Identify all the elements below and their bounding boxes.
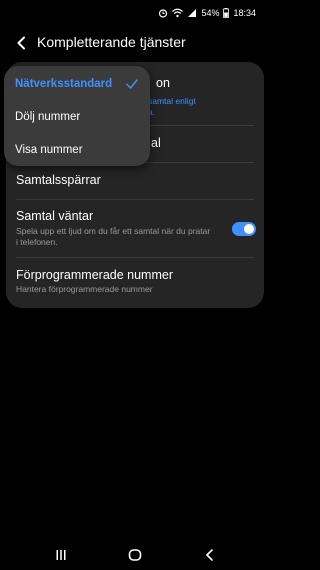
alarm-icon <box>159 9 168 18</box>
toggle-knob <box>244 224 254 234</box>
caller-id-sub-line1: samtal enligt <box>148 96 196 106</box>
page-title: Kompletterande tjänster <box>37 34 186 50</box>
popup-item-show-number[interactable]: Visa nummer <box>4 133 150 166</box>
battery-percent: 54% <box>201 8 220 18</box>
popup-item-hide-number[interactable]: Dölj nummer <box>4 100 150 133</box>
call-waiting-toggle[interactable] <box>232 222 256 236</box>
popup-item-label: Nätverksstandard <box>15 77 113 90</box>
call-barring-title: Samtalsspärrar <box>16 173 101 187</box>
caller-id-title: on <box>156 76 170 90</box>
call-waiting-row[interactable]: Samtal väntar Spela upp ett ljud om du f… <box>16 209 214 248</box>
caller-id-popup-menu: Nätverksstandard Dölj nummer Visa nummer <box>4 66 150 166</box>
check-icon <box>126 79 138 89</box>
clock: 18:34 <box>233 8 256 18</box>
divider <box>16 257 254 258</box>
signal-icon <box>188 9 197 17</box>
preset-numbers-row[interactable]: Förprogrammerade nummer Hantera förprogr… <box>16 268 254 295</box>
recent-apps-icon[interactable] <box>54 548 68 562</box>
home-icon[interactable] <box>128 548 142 562</box>
popup-item-network-default[interactable]: Nätverksstandard <box>4 67 150 100</box>
back-arrow-icon[interactable] <box>14 35 30 51</box>
preset-numbers-subtitle: Hantera förprogrammerade nummer <box>16 284 153 294</box>
app-header: Kompletterande tjänster <box>0 26 270 60</box>
call-forwarding-title: al <box>151 136 161 150</box>
wifi-icon <box>172 8 184 18</box>
preset-numbers-title: Förprogrammerade nummer <box>16 268 173 282</box>
call-barring-row[interactable]: Samtalsspärrar <box>16 173 254 199</box>
divider <box>16 199 254 200</box>
call-waiting-title: Samtal väntar <box>16 209 94 223</box>
navigation-bar <box>0 540 270 570</box>
popup-item-label: Dölj nummer <box>15 110 81 123</box>
call-waiting-subtitle: Spela upp ett ljud om du får ett samtal … <box>16 226 211 247</box>
status-bar: 54% 18:34 <box>0 0 270 26</box>
popup-item-label: Visa nummer <box>15 143 83 156</box>
back-icon[interactable] <box>203 548 217 562</box>
battery-icon <box>223 8 230 18</box>
